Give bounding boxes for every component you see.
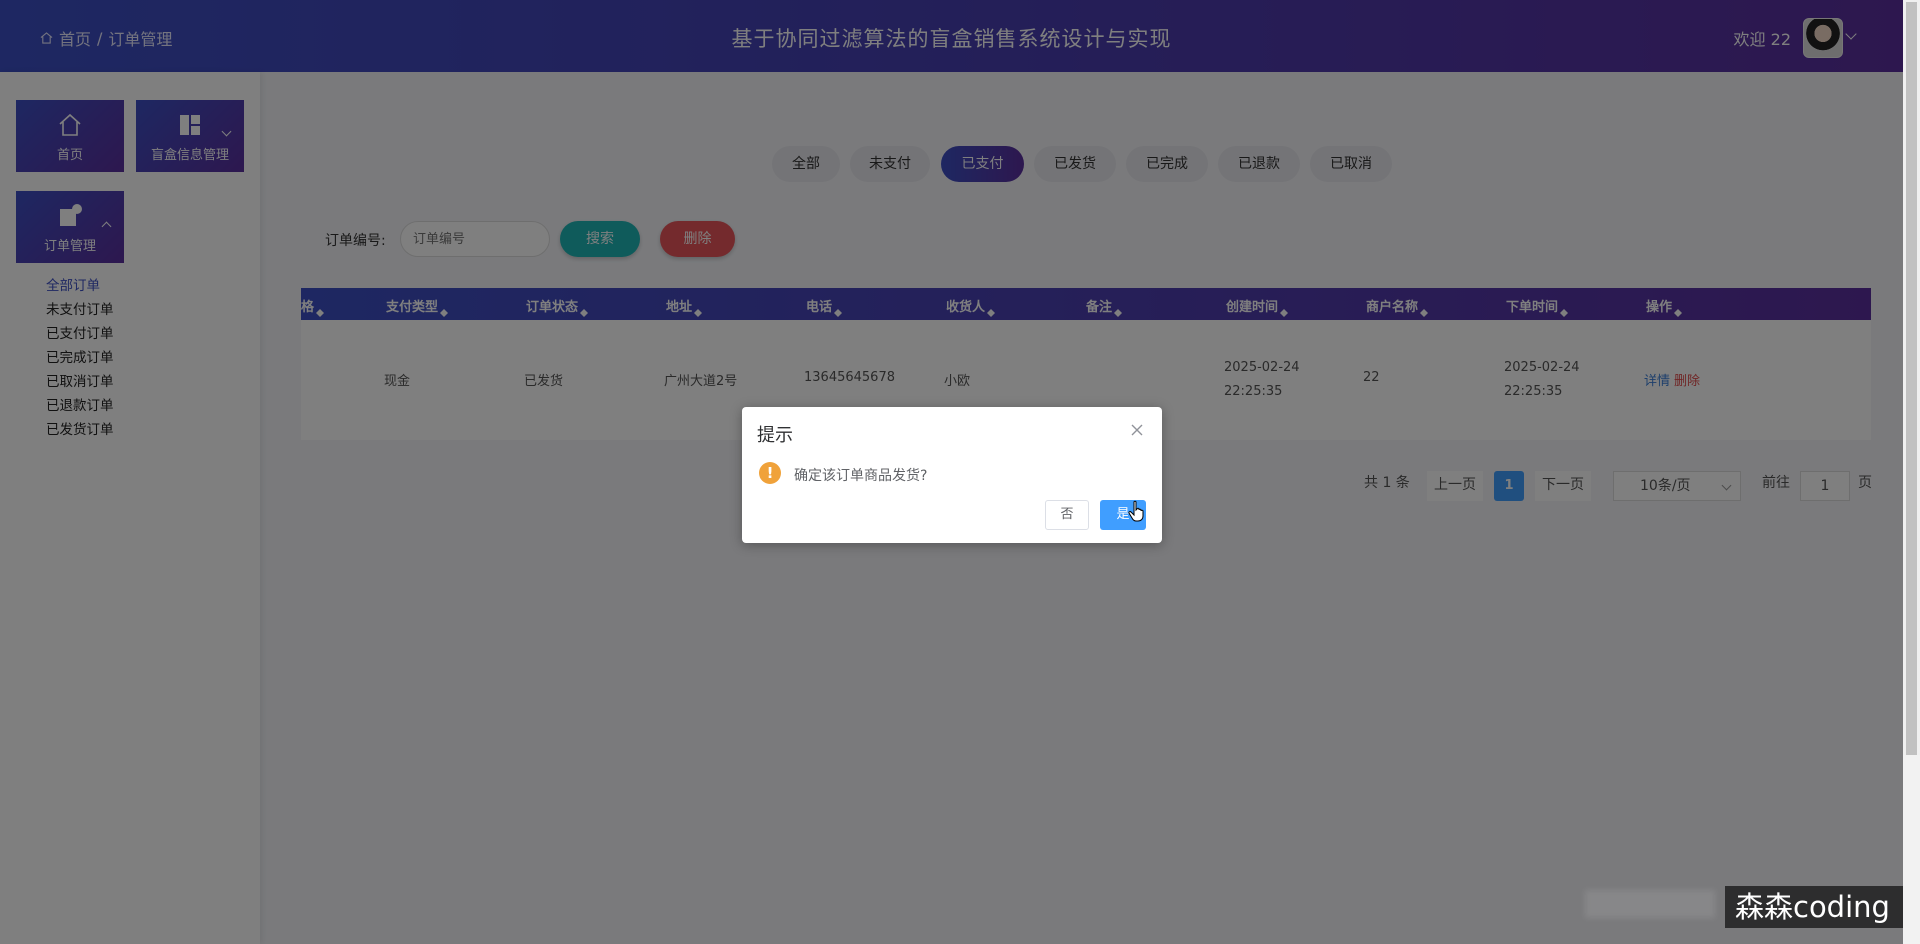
- watermark-edge: [1903, 755, 1920, 944]
- close-icon[interactable]: [1130, 423, 1144, 437]
- dialog-message: 确定该订单商品发货?: [794, 468, 928, 484]
- watermark-blur: [1585, 890, 1715, 918]
- dialog-title: 提示: [757, 425, 793, 446]
- warning-icon: !: [759, 462, 781, 484]
- watermark: 森森coding: [1725, 886, 1903, 928]
- hand-cursor-icon: [1128, 500, 1144, 522]
- cancel-button[interactable]: 否: [1045, 500, 1089, 530]
- confirm-dialog: 提示 ! 确定该订单商品发货? 否 是: [742, 407, 1162, 543]
